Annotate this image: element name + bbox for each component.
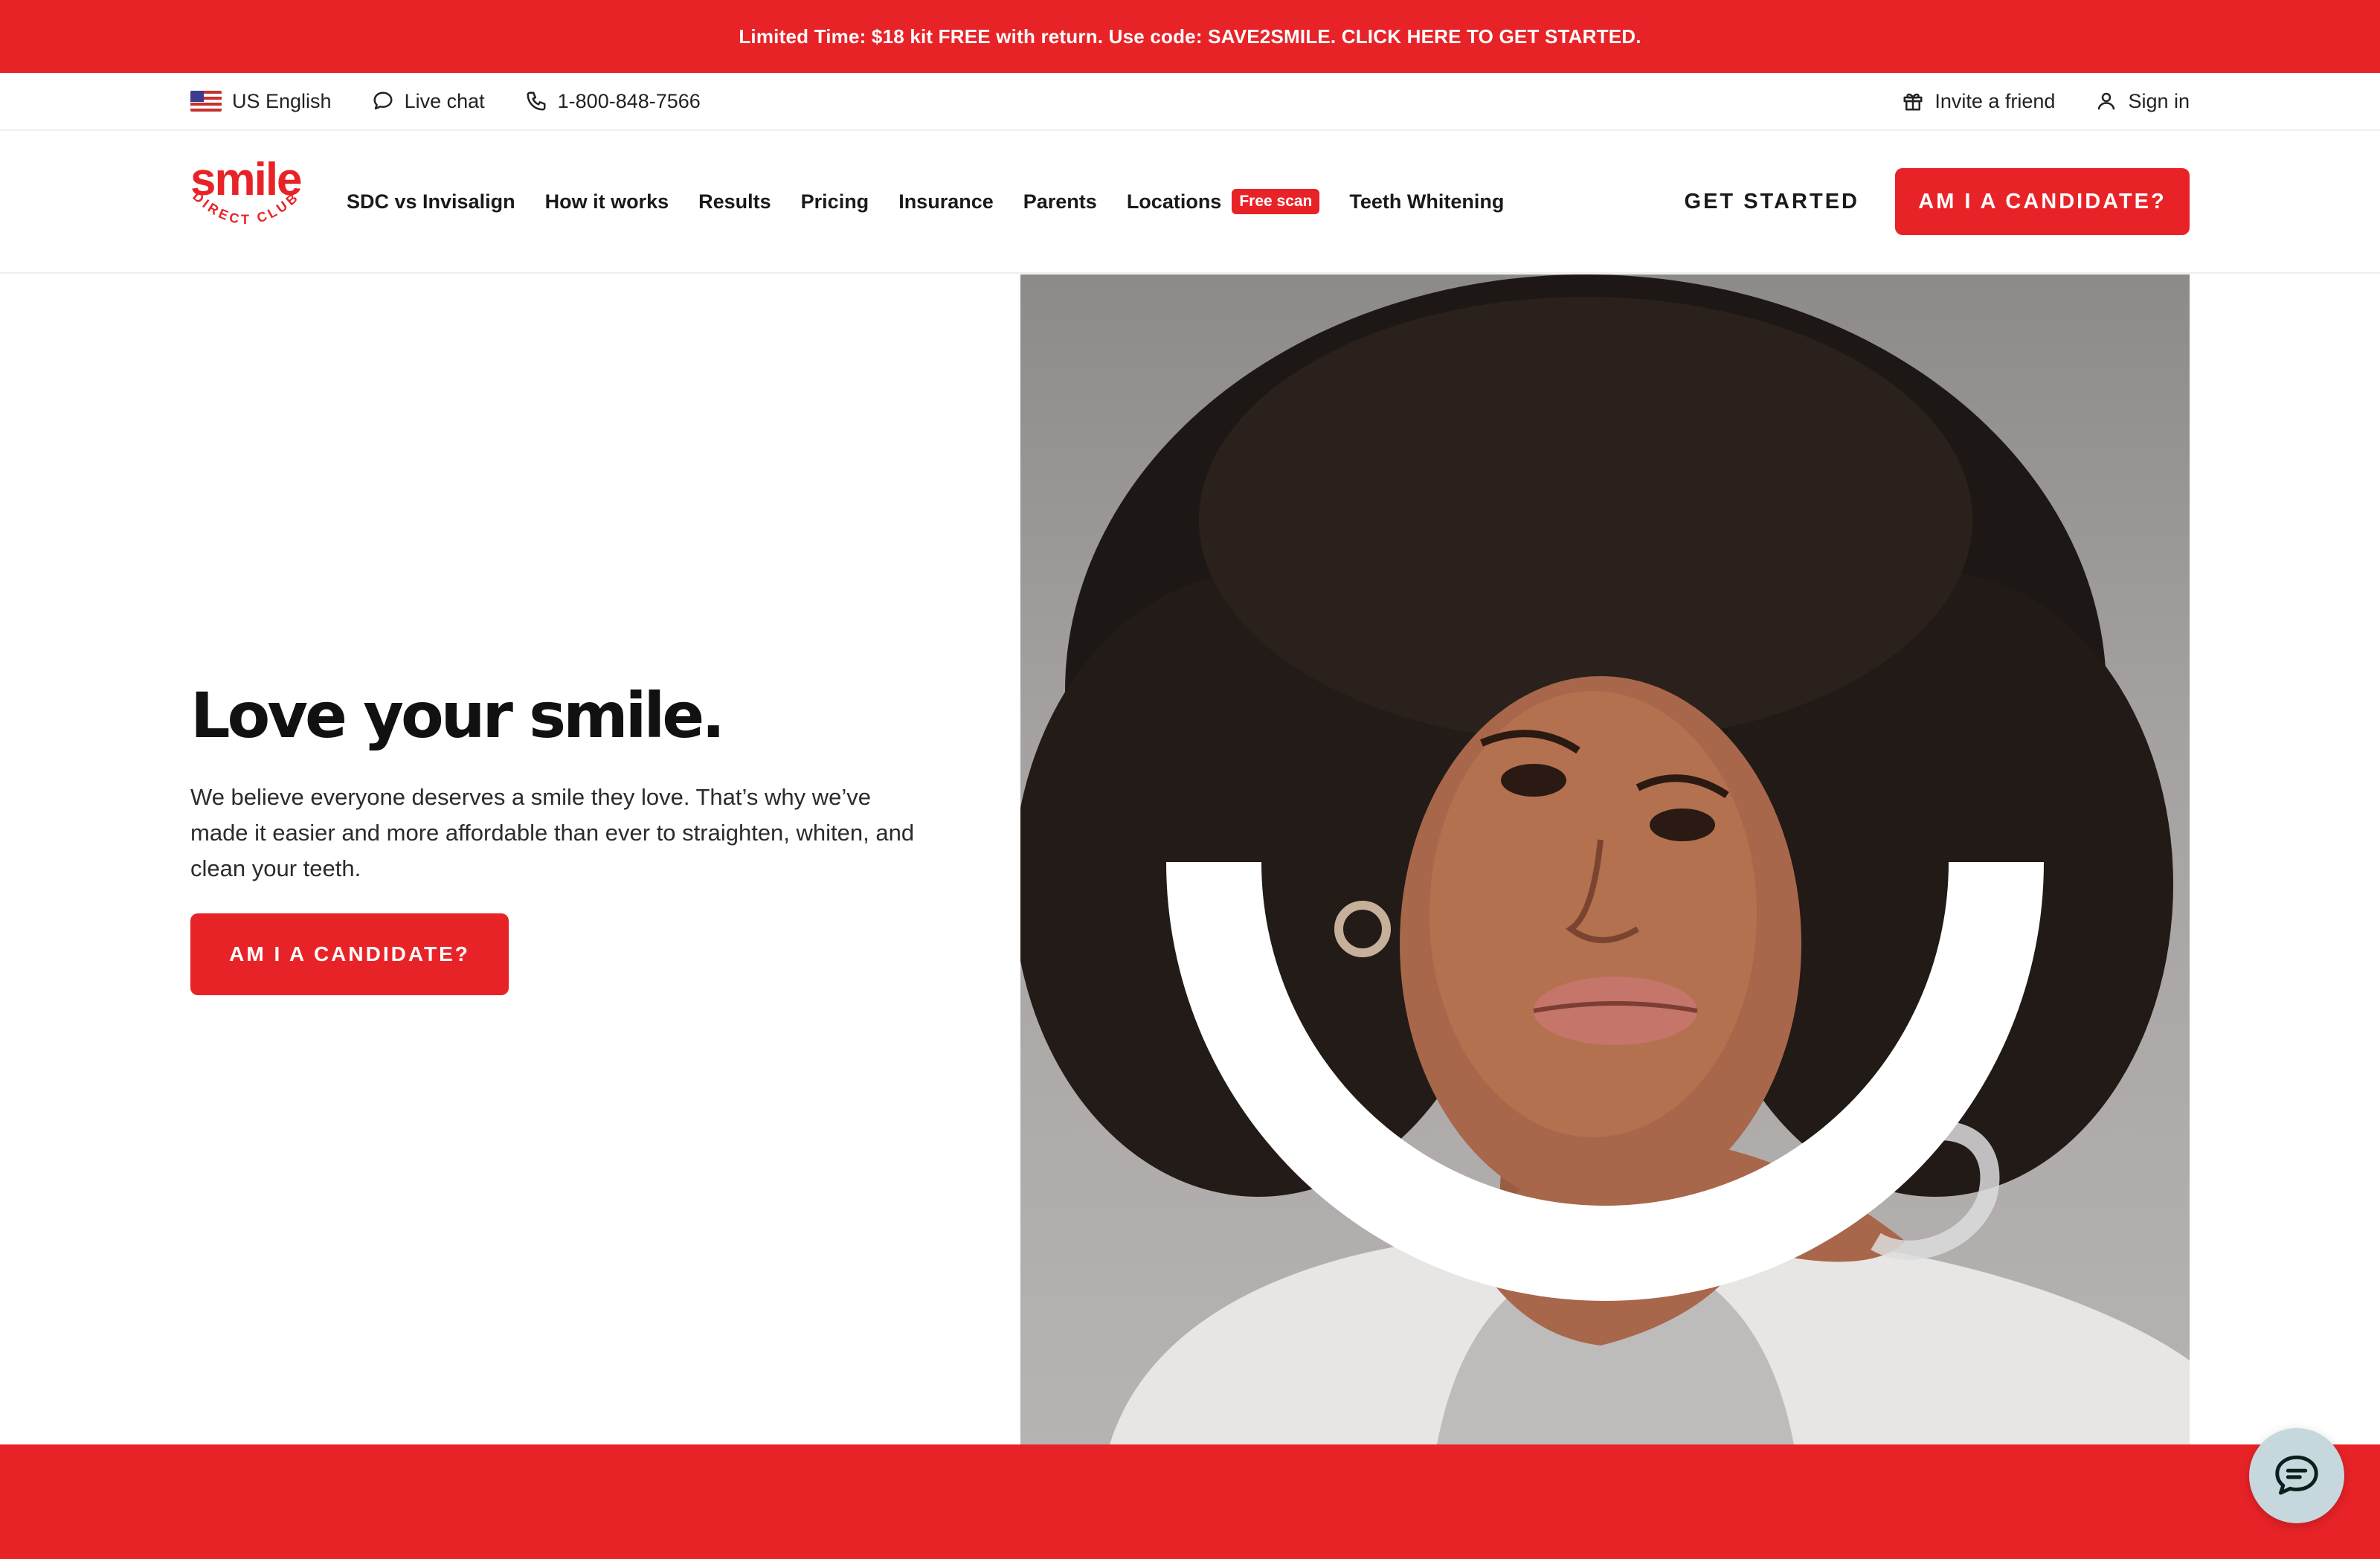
main-nav: smile DIRECT CLUB SDC vs Invisalign How …: [0, 131, 2380, 274]
live-chat-label: Live chat: [404, 89, 485, 112]
chat-bubble-icon: [373, 91, 393, 110]
nav-item-locations-label: Locations: [1126, 190, 1222, 213]
hero-candidate-button[interactable]: AM I A CANDIDATE?: [190, 913, 509, 995]
nav-actions: GET STARTED AM I A CANDIDATE?: [1685, 168, 2190, 235]
hero-image: [1020, 274, 2190, 1444]
hero-portrait-illustration: [1020, 274, 2190, 1444]
nav-item-how-it-works[interactable]: How it works: [545, 190, 669, 213]
sign-in-link[interactable]: Sign in: [2095, 90, 2190, 113]
hero-body: We believe everyone deserves a smile the…: [190, 784, 915, 881]
svg-text:DIRECT CLUB: DIRECT CLUB: [190, 189, 302, 227]
utility-bar: US English Live chat 1-800-848-7566 Invi…: [0, 73, 2380, 131]
footer-band: [0, 1444, 2380, 1559]
hero-title: Love your smile.: [190, 679, 725, 752]
phone-number: 1-800-848-7566: [557, 89, 701, 112]
invite-friend-link[interactable]: Invite a friend: [1902, 90, 2055, 113]
invite-label: Invite a friend: [1934, 89, 2056, 112]
nav-item-teeth-whitening[interactable]: Teeth Whitening: [1349, 190, 1504, 213]
brand-logo[interactable]: smile DIRECT CLUB: [190, 155, 303, 248]
promo-banner[interactable]: Limited Time: $18 kit FREE with return. …: [0, 0, 2380, 73]
nav-item-parents[interactable]: Parents: [1023, 190, 1097, 213]
nav-item-sdc-vs-invisalign[interactable]: SDC vs Invisalign: [347, 190, 515, 213]
utility-left: US English Live chat 1-800-848-7566: [190, 90, 701, 113]
nav-candidate-button[interactable]: AM I A CANDIDATE?: [1895, 168, 2190, 235]
floating-chat-button[interactable]: [2249, 1428, 2344, 1523]
gift-icon: [1903, 93, 1923, 111]
logo-tagline-arc: DIRECT CLUB: [190, 189, 302, 227]
chat-icon: [2275, 1455, 2318, 1495]
us-flag-icon: [190, 91, 222, 112]
language-selector[interactable]: US English: [190, 90, 332, 113]
language-label: US English: [232, 89, 332, 112]
promo-text[interactable]: Limited Time: $18 kit FREE with return. …: [739, 25, 1641, 48]
phone-icon: [527, 91, 546, 111]
get-started-link[interactable]: GET STARTED: [1685, 190, 1859, 214]
nav-item-insurance[interactable]: Insurance: [898, 190, 994, 213]
nav-item-pricing[interactable]: Pricing: [801, 190, 869, 213]
hero-content: Love your smile. We believe everyone des…: [190, 684, 949, 995]
phone-link[interactable]: 1-800-848-7566: [525, 90, 701, 113]
free-scan-badge: Free scan: [1232, 189, 1320, 214]
sign-in-label: Sign in: [2128, 89, 2190, 112]
nav-item-results[interactable]: Results: [698, 190, 771, 213]
nav-links: SDC vs Invisalign How it works Results P…: [347, 189, 1504, 214]
nav-item-locations[interactable]: Locations Free scan: [1127, 189, 1320, 214]
utility-right: Invite a friend Sign in: [1902, 90, 2190, 113]
live-chat-link[interactable]: Live chat: [372, 90, 485, 113]
user-icon: [2098, 92, 2115, 110]
